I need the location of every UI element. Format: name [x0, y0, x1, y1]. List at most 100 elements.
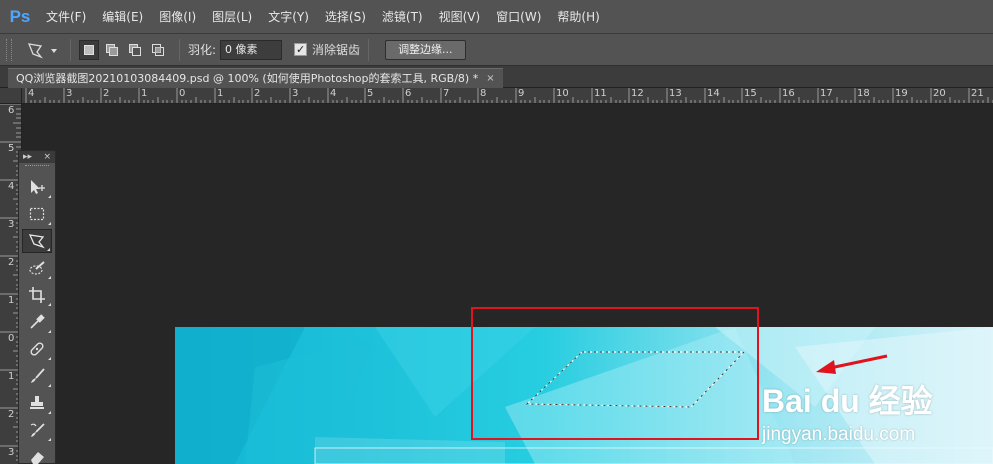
ruler-label: 1 — [8, 295, 15, 306]
tools-panel-header[interactable]: ▸▸ × — [19, 151, 55, 163]
menu-filter[interactable]: 滤镜(T) — [374, 0, 431, 34]
move-icon — [31, 180, 45, 194]
rect-marquee-icon — [29, 207, 45, 221]
document-tab-strip: QQ浏览器截图20210103084409.psd @ 100% (如何使用Ph… — [0, 66, 993, 88]
subtract-selection-icon — [129, 43, 141, 56]
crop-icon — [29, 287, 45, 303]
ruler-label: 16 — [782, 88, 795, 99]
separator — [179, 38, 180, 61]
ruler-label: 2 — [254, 88, 261, 99]
options-bar: 羽化: 0 像素 ✓ 消除锯齿 调整边缘... — [0, 34, 993, 66]
ruler-label: 3 — [8, 219, 15, 230]
ruler-label: 3 — [8, 447, 15, 458]
eraser-icon — [31, 452, 44, 464]
feather-input[interactable]: 0 像素 — [220, 39, 283, 60]
eraser-tool[interactable] — [22, 445, 52, 464]
add-selection-icon — [106, 43, 118, 56]
menu-type[interactable]: 文字(Y) — [260, 0, 317, 34]
ruler-label: 12 — [631, 88, 644, 99]
close-icon[interactable]: × — [486, 69, 494, 89]
annotation-red-box — [471, 307, 759, 440]
ruler-label: 4 — [8, 181, 15, 192]
eyedropper-tool[interactable] — [22, 310, 52, 334]
history-brush-tool[interactable] — [22, 418, 52, 442]
stamp-icon — [30, 396, 44, 409]
brush-tool[interactable] — [22, 364, 52, 388]
polygonal-lasso-icon — [28, 234, 45, 249]
watermark-url: jingyan.baidu.com — [762, 424, 916, 445]
tool-preset-picker[interactable] — [22, 38, 62, 62]
expand-panel-icon[interactable]: ▸▸ — [23, 152, 32, 162]
ruler-label: 8 — [480, 88, 487, 99]
menu-layer[interactable]: 图层(L) — [204, 0, 260, 34]
ruler-label: 0 — [8, 333, 15, 344]
refine-edge-button[interactable]: 调整边缘... — [385, 39, 466, 60]
polygonal-lasso-tool[interactable] — [22, 229, 52, 253]
subtract-from-selection-button[interactable] — [125, 40, 145, 60]
tools-panel-grip[interactable] — [25, 165, 49, 173]
intersect-selection-icon — [152, 43, 164, 56]
ruler-label: 20 — [933, 88, 946, 99]
tools-panel: ▸▸ × — [18, 150, 56, 464]
crop-tool[interactable] — [22, 283, 52, 307]
document-tab[interactable]: QQ浏览器截图20210103084409.psd @ 100% (如何使用Ph… — [8, 68, 503, 88]
separator — [70, 38, 71, 61]
ruler-label: 10 — [556, 88, 569, 99]
ruler-label: 18 — [857, 88, 870, 99]
menu-image[interactable]: 图像(I) — [151, 0, 204, 34]
add-to-selection-button[interactable] — [102, 40, 122, 60]
menu-help[interactable]: 帮助(H) — [549, 0, 607, 34]
ruler-label: 3 — [292, 88, 299, 99]
ruler-label: 1 — [217, 88, 224, 99]
menu-window[interactable]: 窗口(W) — [488, 0, 549, 34]
ruler-label: 1 — [8, 371, 15, 382]
history-brush-icon — [30, 423, 45, 437]
ruler-label: 3 — [66, 88, 73, 99]
ruler-label: 4 — [330, 88, 337, 99]
menu-select[interactable]: 选择(S) — [317, 0, 374, 34]
ruler-label: 6 — [405, 88, 412, 99]
menu-edit[interactable]: 编辑(E) — [94, 0, 151, 34]
ruler-label: 7 — [443, 88, 450, 99]
ruler-label: 14 — [707, 88, 720, 99]
document-tab-title: QQ浏览器截图20210103084409.psd @ 100% (如何使用Ph… — [16, 71, 479, 85]
menu-file[interactable]: 文件(F) — [38, 0, 94, 34]
photoshop-logo: Ps — [9, 6, 31, 26]
ruler-label: 5 — [8, 143, 15, 154]
close-icon[interactable]: × — [43, 152, 51, 162]
move-tool[interactable] — [22, 175, 52, 199]
ruler-label: 2 — [8, 409, 15, 420]
horizontal-ruler[interactable]: 4 3 2 1 0 1 2 3 4 5 6 7 8 9 10 11 12 13 14 15 16 17 18 19 20 21 — [22, 88, 993, 104]
ruler-label: 21 — [971, 88, 984, 99]
horizontal-ruler-ticks — [25, 88, 993, 103]
ruler-label: 2 — [103, 88, 110, 99]
brush-icon — [31, 368, 45, 383]
menu-view[interactable]: 视图(V) — [431, 0, 489, 34]
quick-selection-icon — [29, 261, 45, 275]
ruler-label: 9 — [518, 88, 525, 99]
new-selection-icon — [84, 44, 94, 55]
healing-brush-tool[interactable] — [22, 337, 52, 361]
ruler-origin[interactable] — [0, 88, 22, 104]
polygonal-lasso-icon — [27, 42, 57, 58]
quick-selection-tool[interactable] — [22, 256, 52, 280]
ruler-label: 2 — [8, 257, 15, 268]
ruler-label: 11 — [594, 88, 607, 99]
clone-stamp-tool[interactable] — [22, 391, 52, 415]
ruler-label: 15 — [744, 88, 757, 99]
ruler-label: 19 — [895, 88, 908, 99]
antialias-toggle[interactable]: ✓ 消除锯齿 — [294, 41, 360, 58]
marquee-tool[interactable] — [22, 202, 52, 226]
baidu-logo: Bai du 经验 — [762, 383, 933, 419]
separator — [368, 38, 370, 61]
antialias-checkbox[interactable]: ✓ — [294, 43, 308, 56]
new-selection-button[interactable] — [79, 39, 99, 60]
baidu-jingyan-watermark: Bai du 经验 jingyan.baidu.com — [762, 376, 933, 446]
options-bar-grip[interactable] — [6, 38, 12, 61]
ruler-label: 4 — [28, 88, 35, 99]
eyedropper-icon — [30, 314, 45, 329]
ruler-label: 6 — [8, 105, 15, 116]
ruler-label: 17 — [820, 88, 833, 99]
antialias-label: 消除锯齿 — [312, 43, 361, 57]
intersect-selection-button[interactable] — [148, 40, 168, 60]
